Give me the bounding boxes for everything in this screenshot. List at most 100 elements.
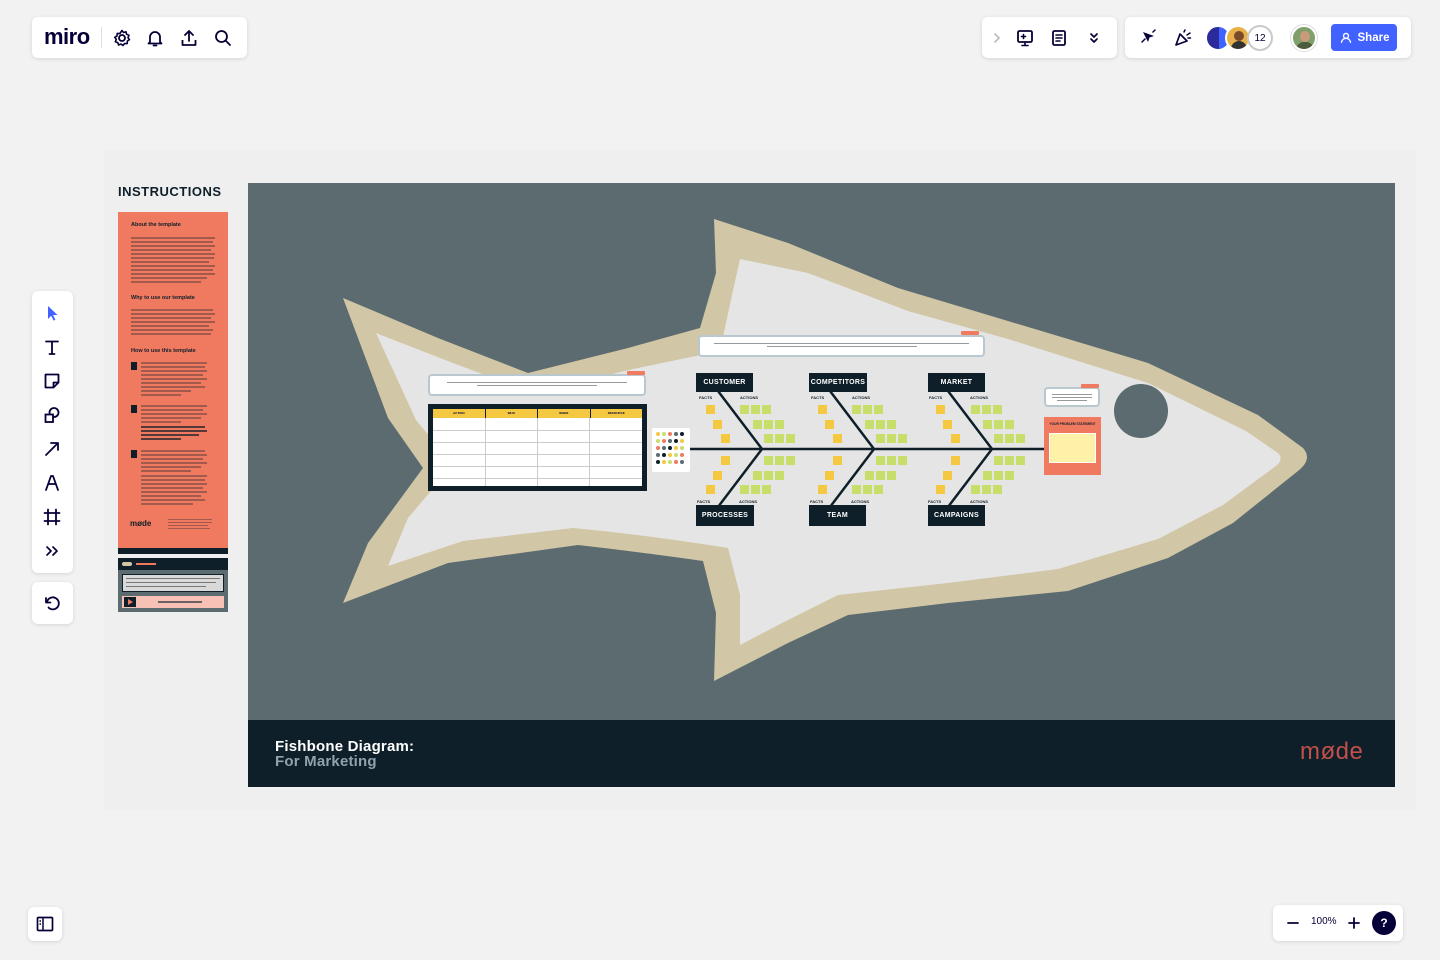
category-customer[interactable]: CUSTOMER — [696, 373, 753, 392]
sticky-note[interactable] — [898, 434, 907, 443]
sticky-note[interactable] — [876, 456, 885, 465]
sticky-note[interactable] — [764, 456, 773, 465]
settings-icon[interactable] — [108, 24, 136, 52]
category-processes[interactable]: PROCESSES — [696, 505, 754, 526]
upload-icon[interactable] — [175, 24, 203, 52]
arrow-tool-icon[interactable] — [38, 435, 66, 463]
share-button[interactable]: Share — [1331, 24, 1397, 51]
category-market[interactable]: MARKET — [928, 373, 985, 392]
sticky-note[interactable] — [751, 405, 760, 414]
category-campaigns[interactable]: CAMPAIGNS — [928, 505, 985, 526]
sticky-note[interactable] — [764, 420, 773, 429]
problem-statement-card[interactable]: YOUR PROBLEM STATEMENT — [1044, 417, 1101, 475]
sticky-note[interactable] — [740, 405, 749, 414]
sticky-note[interactable] — [786, 456, 795, 465]
sticky-note[interactable] — [706, 405, 715, 414]
step-note-top[interactable] — [698, 335, 985, 357]
sticky-note[interactable] — [721, 456, 730, 465]
more-down-icon[interactable] — [1080, 24, 1108, 52]
celebrate-icon[interactable] — [1169, 24, 1197, 52]
undo-icon[interactable] — [38, 589, 66, 617]
sticky-note[interactable] — [762, 485, 771, 494]
sticky-note[interactable] — [876, 471, 885, 480]
sticky-note[interactable] — [971, 405, 980, 414]
sticky-note[interactable] — [936, 405, 945, 414]
sticky-note[interactable] — [762, 405, 771, 414]
fishbone-board[interactable]: ACTION WHO WHEN RESOURCE CUSTOMER COMPET… — [248, 183, 1395, 787]
text-tool-icon[interactable] — [38, 333, 66, 361]
sticky-note[interactable] — [982, 485, 991, 494]
sticky-note[interactable] — [874, 405, 883, 414]
sticky-note[interactable] — [982, 405, 991, 414]
sticky-note[interactable] — [833, 434, 842, 443]
more-tools-icon[interactable] — [38, 537, 66, 565]
sticky-note[interactable] — [713, 420, 722, 429]
sticky-note[interactable] — [994, 420, 1003, 429]
video-thumbnail[interactable] — [118, 558, 228, 612]
play-icon[interactable] — [124, 597, 136, 607]
sticky-note[interactable] — [1005, 471, 1014, 480]
sticky-note-tool-icon[interactable] — [38, 367, 66, 395]
sticky-note[interactable] — [993, 405, 1002, 414]
sticky-note[interactable] — [713, 471, 722, 480]
sticky-note[interactable] — [1016, 434, 1025, 443]
frame-tool-icon[interactable] — [38, 503, 66, 531]
sticky-note[interactable] — [764, 434, 773, 443]
sticky-note[interactable] — [818, 485, 827, 494]
category-competitors[interactable]: COMPETITORS — [809, 373, 867, 392]
sticky-note[interactable] — [786, 434, 795, 443]
sticky-note[interactable] — [775, 456, 784, 465]
pen-tool-icon[interactable] — [38, 469, 66, 497]
sticky-note[interactable] — [825, 471, 834, 480]
sticky-note[interactable] — [887, 471, 896, 480]
instructions-card[interactable]: About the template Why to use our templa… — [118, 212, 228, 554]
help-button[interactable]: ? — [1372, 911, 1396, 935]
present-icon[interactable] — [1011, 24, 1039, 52]
sticky-note[interactable] — [951, 434, 960, 443]
sticky-note[interactable] — [1005, 456, 1014, 465]
miro-logo[interactable]: miro — [44, 24, 90, 50]
sticky-note[interactable] — [943, 471, 952, 480]
shapes-tool-icon[interactable] — [38, 401, 66, 429]
step-note-left[interactable] — [428, 374, 646, 396]
zoom-out-icon[interactable] — [1279, 909, 1307, 937]
select-tool-icon[interactable] — [38, 299, 66, 327]
notes-icon[interactable] — [1045, 24, 1073, 52]
sticky-note[interactable] — [740, 485, 749, 494]
sticky-note[interactable] — [1016, 456, 1025, 465]
sticky-note[interactable] — [994, 434, 1003, 443]
sticky-note[interactable] — [898, 456, 907, 465]
sticky-note[interactable] — [753, 420, 762, 429]
sidebar-toggle-icon[interactable] — [31, 910, 59, 938]
sticky-note[interactable] — [751, 485, 760, 494]
sticky-note[interactable] — [753, 471, 762, 480]
sticky-note[interactable] — [764, 471, 773, 480]
search-icon[interactable] — [209, 24, 237, 52]
avatar-group[interactable]: 12 — [1205, 25, 1277, 51]
cursor-follow-icon[interactable] — [1135, 24, 1163, 52]
collaborator-count-badge[interactable]: 12 — [1247, 25, 1273, 51]
zoom-in-icon[interactable] — [1340, 909, 1368, 937]
current-user-avatar[interactable] — [1291, 25, 1317, 51]
sticky-note[interactable] — [876, 434, 885, 443]
dot-palette[interactable] — [652, 428, 690, 472]
sticky-note[interactable] — [833, 456, 842, 465]
sticky-note[interactable] — [852, 485, 861, 494]
sticky-note[interactable] — [863, 405, 872, 414]
step-note-right[interactable] — [1044, 387, 1100, 407]
category-team[interactable]: TEAM — [809, 505, 866, 526]
sticky-note[interactable] — [994, 456, 1003, 465]
sticky-note[interactable] — [936, 485, 945, 494]
sticky-note[interactable] — [825, 420, 834, 429]
sticky-note[interactable] — [865, 420, 874, 429]
sticky-note[interactable] — [994, 471, 1003, 480]
sticky-note[interactable] — [863, 485, 872, 494]
sticky-note[interactable] — [983, 471, 992, 480]
sticky-note[interactable] — [887, 456, 896, 465]
sticky-note[interactable] — [951, 456, 960, 465]
sticky-note[interactable] — [1005, 434, 1014, 443]
chevron-right-icon[interactable] — [986, 24, 1008, 52]
sticky-note[interactable] — [943, 420, 952, 429]
sticky-note[interactable] — [983, 420, 992, 429]
sticky-note[interactable] — [818, 405, 827, 414]
